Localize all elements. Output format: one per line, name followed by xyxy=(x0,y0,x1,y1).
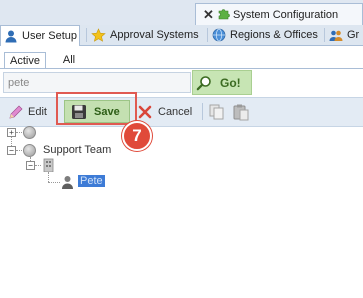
tree-connector xyxy=(11,137,12,146)
tab-groups[interactable]: Gr xyxy=(329,25,359,45)
magnifier-icon xyxy=(196,75,211,90)
cancel-icon xyxy=(138,105,152,118)
user-icon xyxy=(62,176,73,189)
tree-connector xyxy=(48,172,49,182)
tree-node-pete[interactable]: Pete xyxy=(78,175,105,187)
tab-label: Approval Systems xyxy=(110,29,199,41)
module-tab-bar: User Setup Approval Systems Regions & Of… xyxy=(0,25,363,46)
tab-system-configuration[interactable]: ✕ System Configuration xyxy=(195,3,363,25)
tab-approval-systems[interactable]: Approval Systems xyxy=(91,25,199,45)
go-button[interactable]: Go! xyxy=(192,70,252,95)
tab-user-setup[interactable]: User Setup xyxy=(0,25,80,46)
toolbar-divider xyxy=(202,103,203,120)
save-highlight-box xyxy=(56,92,137,125)
tab-label: User Setup xyxy=(22,30,78,42)
group-icon xyxy=(329,30,343,41)
tree-connector xyxy=(16,132,22,133)
paste-icon xyxy=(233,104,249,120)
tab-divider xyxy=(324,28,325,42)
close-icon[interactable]: ✕ xyxy=(203,7,214,23)
globe-icon xyxy=(212,28,226,42)
collapse-toggle[interactable]: − xyxy=(7,146,16,155)
go-label: Go! xyxy=(220,75,241,90)
tab-divider xyxy=(207,28,208,42)
tab-all[interactable]: All xyxy=(52,52,86,68)
sub-tab-divider xyxy=(0,68,363,69)
user-icon xyxy=(5,30,17,43)
star-icon xyxy=(91,27,106,42)
search-input[interactable] xyxy=(3,72,191,93)
region-icon xyxy=(23,126,36,139)
cancel-label: Cancel xyxy=(158,105,193,118)
step-number-badge: 7 xyxy=(122,121,152,151)
tree-node-support-team[interactable]: Support Team xyxy=(43,144,111,156)
copy-button[interactable] xyxy=(208,100,226,123)
tab-label: Regions & Offices xyxy=(230,29,318,41)
tab-regions-offices[interactable]: Regions & Offices xyxy=(212,25,318,45)
edit-button[interactable]: Edit xyxy=(8,100,47,123)
puzzle-icon xyxy=(218,9,230,20)
cancel-button[interactable]: Cancel xyxy=(138,100,192,123)
collapse-toggle[interactable]: − xyxy=(26,161,35,170)
tree-connector xyxy=(35,165,41,166)
paste-button[interactable] xyxy=(232,100,250,123)
tab-title: System Configuration xyxy=(233,9,339,21)
tab-divider xyxy=(86,28,87,42)
tab-label: Gr xyxy=(347,29,360,41)
copy-icon xyxy=(209,104,224,119)
expand-toggle[interactable]: + xyxy=(7,128,16,137)
team-icon xyxy=(23,144,36,157)
edit-label: Edit xyxy=(28,105,47,118)
toolbar: Edit Save Cancel xyxy=(0,97,363,127)
tree-connector xyxy=(16,150,22,151)
building-icon xyxy=(43,158,54,172)
tab-active[interactable]: Active xyxy=(4,52,46,69)
tree-connector xyxy=(48,182,60,183)
user-name-label: Pete xyxy=(78,175,105,187)
pencil-icon xyxy=(9,105,23,118)
